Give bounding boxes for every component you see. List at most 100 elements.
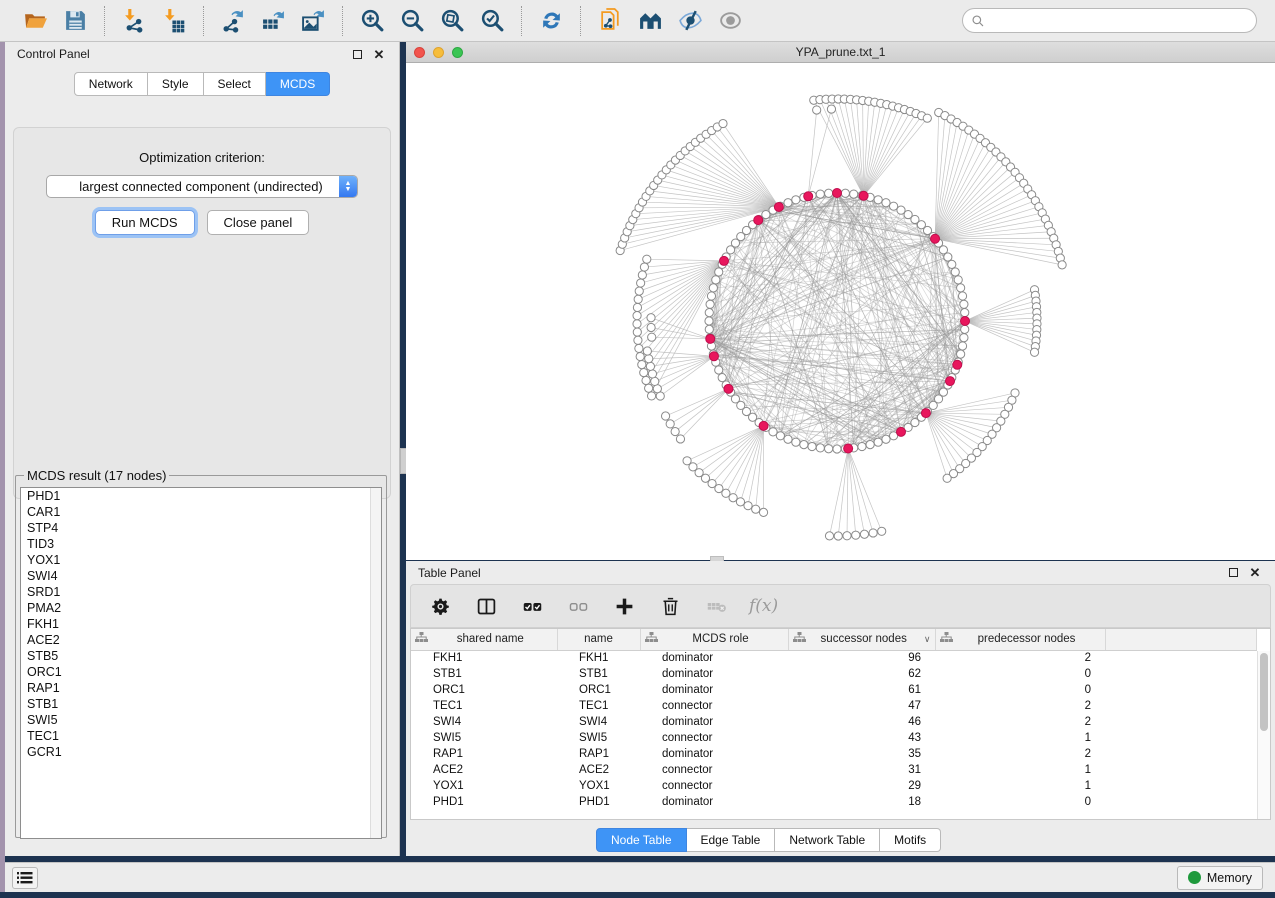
save-session-button[interactable]	[58, 5, 92, 37]
network-search-field[interactable]	[962, 8, 1257, 33]
network-hub-node[interactable]	[961, 317, 970, 326]
network-hub-node[interactable]	[844, 444, 853, 453]
zoom-out-button[interactable]	[395, 5, 429, 37]
mcds-result-item[interactable]: YOX1	[21, 552, 381, 568]
network-node[interactable]	[850, 190, 858, 198]
column-header-predecessor-nodes[interactable]: predecessor nodes	[935, 629, 1105, 650]
network-hub-node[interactable]	[953, 360, 962, 369]
network-node[interactable]	[878, 527, 886, 535]
network-node[interactable]	[960, 334, 968, 342]
network-node[interactable]	[874, 196, 882, 204]
network-node[interactable]	[645, 384, 653, 392]
network-node[interactable]	[882, 199, 890, 207]
network-node[interactable]	[923, 114, 931, 122]
hide-selected-button[interactable]	[673, 5, 707, 37]
network-node[interactable]	[705, 325, 713, 333]
tab-style[interactable]: Style	[148, 72, 204, 96]
network-node[interactable]	[944, 253, 952, 261]
network-node[interactable]	[961, 325, 969, 333]
network-node[interactable]	[638, 271, 646, 279]
network-node[interactable]	[736, 498, 744, 506]
tab-motifs[interactable]: Motifs	[880, 828, 941, 852]
network-node[interactable]	[643, 255, 651, 263]
network-hub-node[interactable]	[754, 216, 763, 225]
network-hub-node[interactable]	[706, 334, 715, 343]
mcds-result-item[interactable]: GCR1	[21, 744, 381, 760]
network-node[interactable]	[647, 392, 655, 400]
table-row[interactable]: SWI5SWI5connector431	[411, 730, 1257, 746]
network-node[interactable]	[719, 119, 727, 127]
network-node[interactable]	[640, 263, 648, 271]
column-header-successor-nodes[interactable]: successor nodes∨	[788, 629, 935, 650]
control-panel-close-button[interactable]: ✕	[371, 46, 387, 62]
network-node[interactable]	[843, 532, 851, 540]
network-node[interactable]	[858, 442, 866, 450]
column-header-name[interactable]: name	[557, 629, 640, 650]
table-row[interactable]: ORC1ORC1dominator610	[411, 682, 1257, 698]
network-node[interactable]	[860, 530, 868, 538]
network-node[interactable]	[776, 432, 784, 440]
network-node[interactable]	[718, 374, 726, 382]
tab-select[interactable]: Select	[204, 72, 266, 96]
network-node[interactable]	[957, 350, 965, 358]
network-node[interactable]	[841, 189, 849, 197]
network-node[interactable]	[1058, 261, 1066, 269]
table-row[interactable]: SWI4SWI4dominator462	[411, 714, 1257, 730]
column-mode-button[interactable]	[473, 593, 499, 619]
network-node[interactable]	[744, 502, 752, 510]
zoom-in-button[interactable]	[355, 5, 389, 37]
network-node[interactable]	[759, 508, 767, 516]
network-node[interactable]	[752, 505, 760, 513]
network-node[interactable]	[633, 303, 641, 311]
first-neighbors-button[interactable]	[633, 5, 667, 37]
tab-network[interactable]: Network	[74, 72, 148, 96]
network-node[interactable]	[709, 284, 717, 292]
tab-network-table[interactable]: Network Table	[775, 828, 880, 852]
network-node[interactable]	[833, 445, 841, 453]
export-image-button[interactable]	[296, 5, 330, 37]
network-node[interactable]	[958, 342, 966, 350]
network-node[interactable]	[825, 532, 833, 540]
network-node[interactable]	[645, 355, 653, 363]
network-hub-node[interactable]	[759, 421, 768, 430]
network-node[interactable]	[951, 268, 959, 276]
network-node[interactable]	[648, 333, 656, 341]
network-node[interactable]	[671, 427, 679, 435]
network-node[interactable]	[633, 312, 641, 320]
network-node[interactable]	[633, 320, 641, 328]
network-node[interactable]	[869, 529, 877, 537]
network-hub-node[interactable]	[709, 352, 718, 361]
mcds-result-item[interactable]: FKH1	[21, 616, 381, 632]
network-node[interactable]	[866, 441, 874, 449]
network-node[interactable]	[874, 438, 882, 446]
table-settings-button[interactable]	[427, 593, 453, 619]
network-node[interactable]	[633, 328, 641, 336]
network-node[interactable]	[957, 284, 965, 292]
mcds-result-scrollbar[interactable]	[370, 488, 381, 838]
network-node[interactable]	[635, 287, 643, 295]
tab-mcds[interactable]: MCDS	[266, 72, 330, 96]
network-node[interactable]	[827, 105, 835, 113]
mcds-result-item[interactable]: STP4	[21, 520, 381, 536]
network-node[interactable]	[643, 347, 651, 355]
optimization-criterion-dropdown[interactable]: largest connected component (undirected)…	[46, 175, 358, 198]
network-node[interactable]	[706, 300, 714, 308]
mcds-result-item[interactable]: SRD1	[21, 584, 381, 600]
network-node[interactable]	[705, 317, 713, 325]
network-node[interactable]	[715, 268, 723, 276]
network-hub-node[interactable]	[859, 191, 868, 200]
mcds-result-item[interactable]: SWI5	[21, 712, 381, 728]
import-network-button[interactable]	[117, 5, 151, 37]
network-node[interactable]	[635, 344, 643, 352]
network-node[interactable]	[642, 376, 650, 384]
close-panel-button[interactable]: Close panel	[207, 210, 310, 235]
open-file-button[interactable]	[18, 5, 52, 37]
export-table-button[interactable]	[256, 5, 290, 37]
select-all-button[interactable]	[519, 593, 545, 619]
network-node[interactable]	[813, 106, 821, 114]
network-node[interactable]	[712, 276, 720, 284]
network-node[interactable]	[882, 435, 890, 443]
network-node[interactable]	[1030, 348, 1038, 356]
table-row[interactable]: FKH1FKH1dominator962	[411, 650, 1257, 666]
network-canvas[interactable]	[406, 63, 1275, 559]
